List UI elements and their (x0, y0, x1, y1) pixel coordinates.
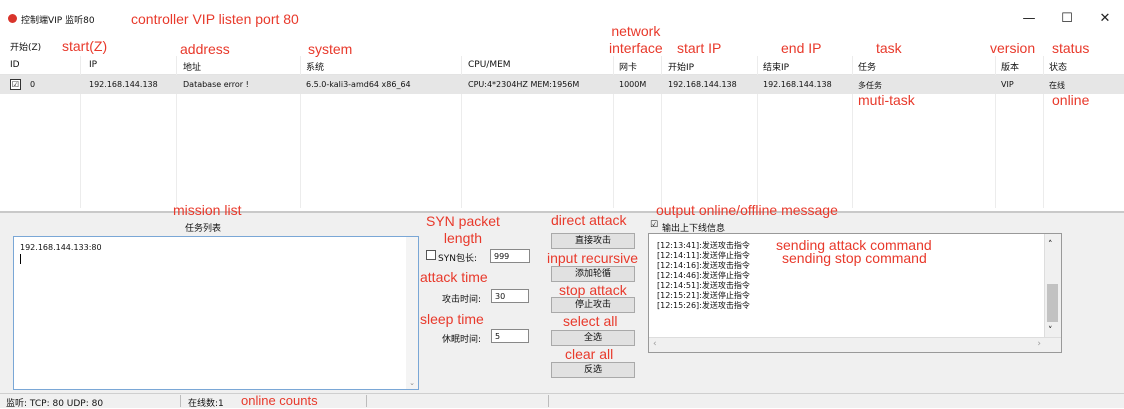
annotation-version: version (990, 40, 1036, 56)
column-header-status[interactable]: 状态 (1049, 60, 1067, 73)
column-header-cpu-mem[interactable]: CPU/MEM (468, 60, 511, 70)
cell-system: 6.5.0-kali3-amd64 x86_64 (306, 80, 411, 89)
close-button[interactable]: ✕ (1090, 8, 1120, 30)
status-divider (180, 395, 181, 407)
output-online-checkbox[interactable]: ☑ (650, 220, 658, 230)
maximize-button[interactable]: ☐ (1052, 8, 1082, 30)
chevron-right-icon[interactable]: › (1037, 339, 1041, 349)
annotation-address: address (180, 41, 230, 57)
direct-attack-button[interactable]: 直接攻击 (551, 233, 635, 249)
column-header-id[interactable]: ID (10, 60, 20, 70)
annotation-sending-stop: sending stop command (782, 250, 927, 266)
minimize-button[interactable]: — (1014, 8, 1044, 30)
annotation-online: online (1052, 92, 1090, 108)
cell-ip: 192.168.144.138 (89, 80, 158, 89)
window-title: 控制端VIP 监听80 (21, 16, 95, 26)
app-logo-icon (8, 14, 17, 23)
column-header-task[interactable]: 任务 (858, 60, 876, 73)
annotation-sleep-time: sleep time (420, 311, 484, 327)
chevron-down-icon[interactable]: ⌄ (409, 379, 415, 387)
cell-end-ip: 192.168.144.138 (763, 80, 832, 89)
annotation-output-message: output online/offline message (656, 202, 838, 218)
stop-attack-button[interactable]: 停止攻击 (551, 297, 635, 313)
cell-id: 0 (30, 80, 36, 89)
mission-list-textarea[interactable]: 192.168.144.133:80 ⌄ (13, 236, 419, 390)
mission-list-entry: 192.168.144.133:80 (20, 243, 102, 252)
column-header-ip[interactable]: IP (89, 60, 97, 70)
status-listen: 监听: TCP: 80 UDP: 80 (6, 399, 104, 409)
sleep-time-label: 休眠时间: (442, 335, 482, 345)
column-header-address[interactable]: 地址 (183, 60, 201, 73)
chevron-down-icon[interactable]: ˅ (1048, 326, 1053, 336)
cell-version: VIP (1001, 80, 1014, 89)
chevron-left-icon[interactable]: ‹ (653, 339, 657, 349)
annotation-input-recursive: input recursive (547, 250, 639, 266)
select-all-button[interactable]: 全选 (551, 330, 635, 346)
status-online-count: 在线数:1 (188, 399, 224, 409)
annotation-mission-list: mission list (173, 202, 242, 218)
column-header-system[interactable]: 系统 (306, 60, 324, 73)
annotation-network-interface: network interface (609, 23, 663, 56)
row-checkbox[interactable]: ☑ (10, 79, 21, 90)
invert-select-button[interactable]: 反选 (551, 362, 635, 378)
log-line: [12:15:26]:发送攻击指令 (657, 301, 750, 310)
annotation-task: task (876, 40, 902, 56)
cell-status: 在线 (1049, 81, 1065, 90)
annotation-attack-time: attack time (420, 269, 488, 285)
chevron-up-icon[interactable]: ˄ (1048, 240, 1053, 250)
annotation-stop-attack: stop attack (559, 282, 627, 298)
annotation-start-ip: start IP (677, 40, 722, 56)
log-vertical-scrollbar[interactable]: ˄ ˅ (1044, 234, 1061, 352)
annotation-direct-attack: direct attack (551, 212, 627, 228)
menu-start[interactable]: 开始(Z) (10, 40, 41, 53)
mission-list-scrollbar[interactable] (406, 237, 418, 389)
cell-address: Database error ! (183, 80, 249, 89)
text-cursor (20, 254, 21, 264)
status-divider (548, 395, 549, 407)
cell-cpu-mem: CPU:4*2304HZ MEM:1956M (468, 80, 580, 89)
annotation-multitask: muti-task (858, 92, 915, 108)
annotation-status: status (1052, 40, 1090, 56)
cell-task: 多任务 (858, 81, 882, 90)
status-bar: 监听: TCP: 80 UDP: 80 在线数:1 (0, 393, 1124, 409)
column-header-end-ip[interactable]: 结束IP (763, 60, 789, 73)
annotation-system: system (308, 41, 353, 57)
column-header-start-ip[interactable]: 开始IP (668, 60, 694, 73)
mission-list-title: 任务列表 (185, 224, 222, 234)
annotation-title: controller VIP listen port 80 (131, 11, 299, 27)
annotation-end-ip: end IP (781, 40, 822, 56)
table-row[interactable]: ☑ 0 192.168.144.138 Database error ! 6.5… (0, 75, 1124, 94)
syn-length-label: SYN包长: (438, 254, 477, 264)
add-recursive-button[interactable]: 添加轮循 (551, 266, 635, 282)
annotation-start: start(Z) (62, 38, 108, 54)
column-header-version[interactable]: 版本 (1001, 60, 1019, 73)
annotation-clear-all: clear all (565, 346, 614, 362)
annotation-syn-packet-length: SYN packet length (426, 213, 500, 246)
annotation-select-all: select all (563, 313, 618, 329)
sleep-time-input[interactable]: 5 (491, 329, 529, 343)
cell-nic: 1000M (619, 80, 647, 89)
scrollbar-thumb[interactable] (1047, 284, 1058, 322)
client-table-header: ID IP 地址 系统 CPU/MEM 网卡 开始IP 结束IP 任务 版本 状… (0, 56, 1124, 75)
menu-bar: 开始(Z) (0, 38, 1124, 54)
syn-length-input[interactable]: 999 (490, 249, 530, 263)
column-header-nic[interactable]: 网卡 (619, 60, 637, 73)
cell-start-ip: 192.168.144.138 (668, 80, 737, 89)
attack-time-label: 攻击时间: (442, 295, 482, 305)
status-divider (366, 395, 367, 407)
syn-checkbox[interactable] (426, 250, 436, 260)
attack-time-input[interactable]: 30 (491, 289, 529, 303)
annotation-online-counts: online counts (241, 393, 318, 408)
log-horizontal-scrollbar[interactable]: ‹ › (649, 337, 1061, 352)
app-window: 控制端VIP 监听80 — ☐ ✕ 开始(Z) ID IP 地址 系统 CPU/… (0, 0, 1124, 409)
